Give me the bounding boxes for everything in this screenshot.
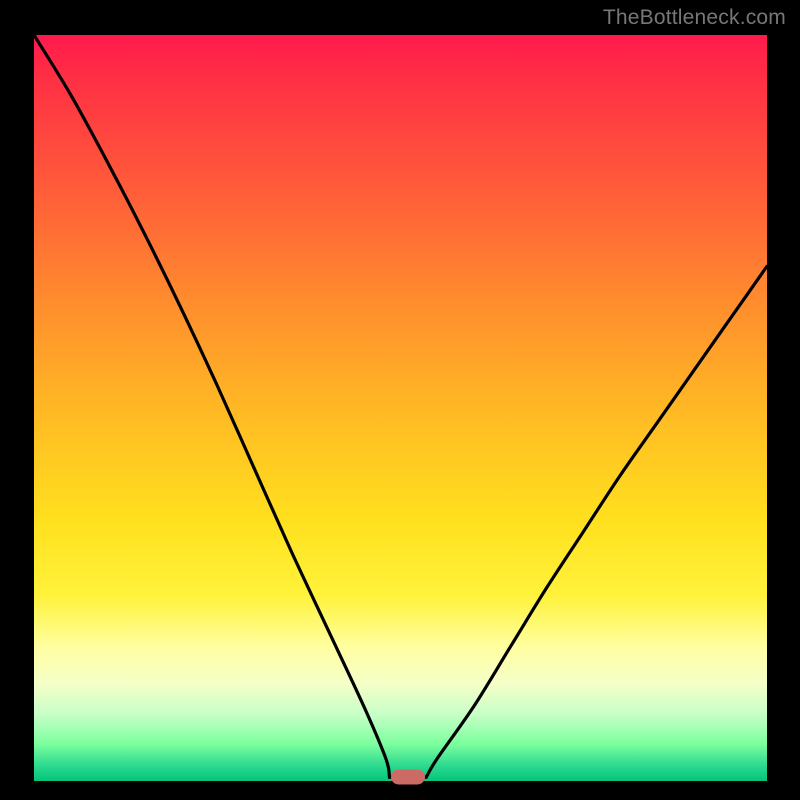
plot-area (34, 35, 767, 781)
curve-svg (34, 35, 767, 781)
watermark-text: TheBottleneck.com (603, 6, 786, 30)
chart-frame: TheBottleneck.com (0, 0, 800, 800)
bottleneck-curve (34, 35, 767, 777)
optimal-marker (391, 770, 425, 785)
